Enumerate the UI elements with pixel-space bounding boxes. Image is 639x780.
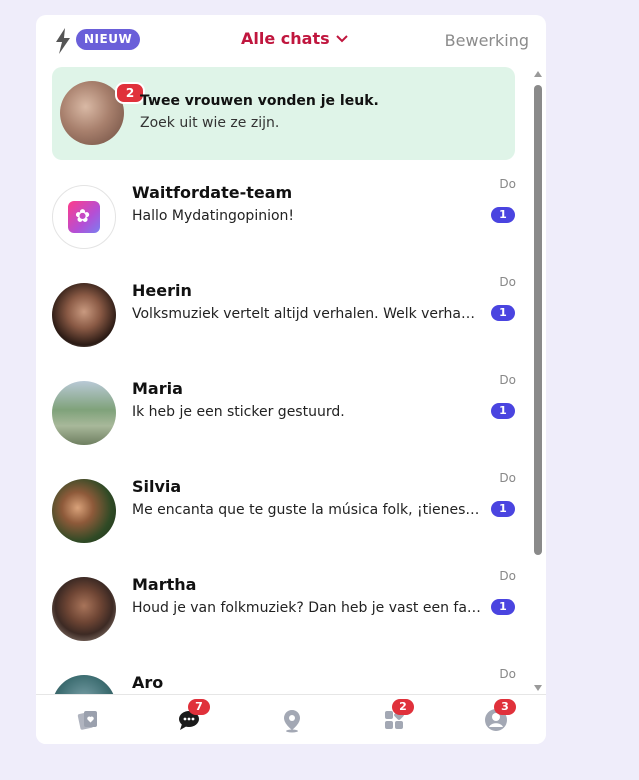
nav-chats[interactable]: 7 [160, 699, 220, 743]
chat-app-panel: NIEUW Alle chats Bewerking 2 Twee vrouwe… [36, 15, 546, 744]
chat-name: Silvia [132, 477, 182, 496]
lightning-icon[interactable] [54, 28, 72, 54]
unread-badge: 1 [491, 305, 515, 321]
location-pin-icon [284, 710, 300, 733]
likes-banner[interactable]: 2 Twee vrouwen vonden je leuk. Zoek uit … [52, 67, 515, 160]
chat-row[interactable]: Silvia Me encanta que te guste la música… [36, 459, 546, 557]
apps-badge: 2 [392, 699, 414, 715]
profile-badge: 3 [494, 699, 516, 715]
unread-badge: 1 [491, 599, 515, 615]
chat-day: Do [499, 471, 516, 485]
chevron-down-icon [335, 34, 348, 42]
avatar [52, 577, 116, 641]
chat-name: Aro [132, 673, 164, 692]
avatar [52, 479, 116, 543]
scroll-thumb[interactable] [534, 85, 542, 555]
scrollbar[interactable] [532, 67, 544, 697]
nav-profile[interactable]: 3 [466, 699, 526, 743]
likes-title: Twee vrouwen vonden je leuk. [140, 93, 379, 109]
chat-preview: Hallo Mydatingopinion! [132, 208, 295, 224]
app-logo-icon: ✿ [68, 201, 100, 233]
avatar [52, 675, 116, 694]
nav-apps[interactable]: 2 [364, 699, 424, 743]
chat-name: Waitfordate-team [132, 183, 293, 202]
chat-name: Martha [132, 575, 197, 594]
chat-row[interactable]: Heerin Volksmuziek vertelt altijd verhal… [36, 263, 546, 361]
chat-preview: Me encanta que te guste la música folk, … [132, 502, 482, 518]
nav-cards[interactable] [58, 703, 118, 743]
unread-badge: 1 [491, 207, 515, 223]
cards-icon [77, 711, 97, 730]
chat-name: Maria [132, 379, 183, 398]
chat-day: Do [499, 177, 516, 191]
new-badge[interactable]: NIEUW [76, 29, 141, 50]
chat-row[interactable]: Aro Do [36, 655, 546, 694]
chat-row[interactable]: Maria Ik heb je een sticker gestuurd. Do… [36, 361, 546, 459]
header: NIEUW Alle chats Bewerking [36, 15, 546, 67]
chat-day: Do [499, 373, 516, 387]
chat-preview: Ik heb je een sticker gestuurd. [132, 404, 345, 420]
chat-row[interactable]: ✿ Waitfordate-team Hallo Mydatingopinion… [36, 165, 546, 263]
chat-name: Heerin [132, 281, 192, 300]
nav-nearby[interactable] [262, 703, 322, 743]
avatar: ✿ [52, 185, 116, 249]
chat-day: Do [499, 569, 516, 583]
chat-filter-label: Alle chats [241, 29, 330, 48]
chat-row[interactable]: Martha Houd je van folkmuziek? Dan heb j… [36, 557, 546, 655]
likes-subtitle: Zoek uit wie ze zijn. [140, 115, 280, 131]
chat-preview: Houd je van folkmuziek? Dan heb je vast … [132, 600, 481, 616]
edit-button[interactable]: Bewerking [445, 31, 529, 50]
chat-day: Do [499, 667, 516, 681]
avatar [52, 283, 116, 347]
scroll-down-icon[interactable] [534, 685, 542, 691]
avatar [52, 381, 116, 445]
scroll-up-icon[interactable] [534, 71, 542, 77]
chat-preview: Volksmuziek vertelt altijd verhalen. Wel… [132, 306, 482, 322]
chat-list[interactable]: 2 Twee vrouwen vonden je leuk. Zoek uit … [36, 67, 546, 694]
chat-day: Do [499, 275, 516, 289]
chats-badge: 7 [188, 699, 210, 715]
chat-filter-dropdown[interactable]: Alle chats [241, 29, 348, 48]
unread-badge: 1 [491, 501, 515, 517]
bottom-nav: 7 2 3 [36, 694, 546, 744]
unread-badge: 1 [491, 403, 515, 419]
